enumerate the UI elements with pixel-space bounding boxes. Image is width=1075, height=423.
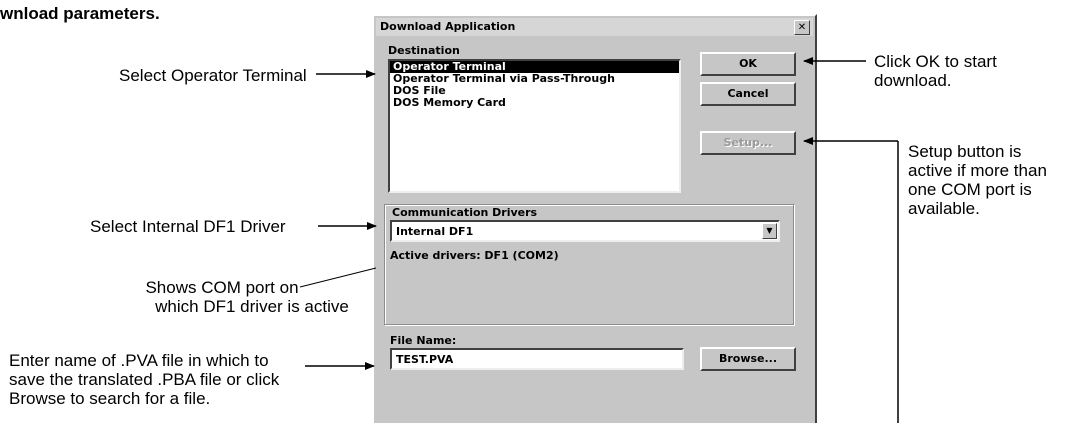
callout-leader-lines [299, 57, 899, 423]
line-com-port [299, 267, 377, 288]
